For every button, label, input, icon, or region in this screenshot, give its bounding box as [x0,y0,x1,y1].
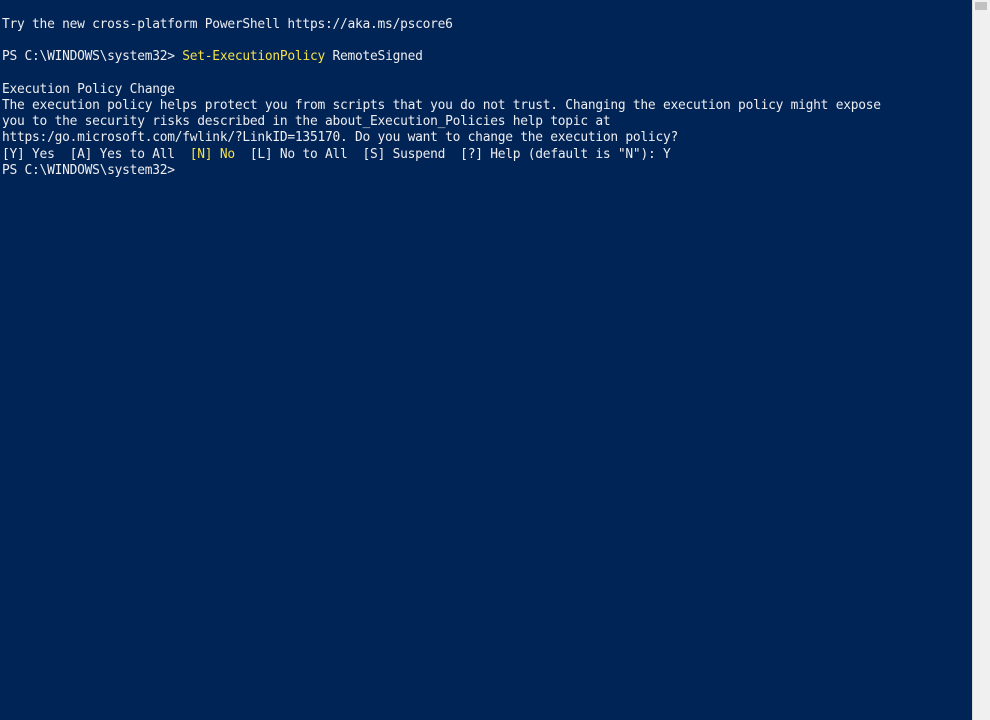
console-line-intro: Try the new cross-platform PowerShell ht… [2,17,970,33]
default-choice: [N] No [189,146,235,162]
policy-message-1: The execution policy helps protect you f… [2,97,881,113]
console-line-heading: Execution Policy Change [2,82,970,98]
console-output: Try the new cross-platform PowerShell ht… [2,17,970,179]
scrollbar-thumb[interactable] [975,2,987,10]
console-line-message: you to the security risks described in t… [2,114,970,130]
intro-text: Try the new cross-platform PowerShell ht… [2,17,453,32]
policy-change-heading: Execution Policy Change [2,81,175,97]
command-args: RemoteSigned [324,49,423,65]
console-line-command: PS C:\WINDOWS\system32> Set-ExecutionPol… [2,49,970,65]
powershell-window: Try the new cross-platform PowerShell ht… [0,0,990,720]
choices-after: [L] No to All [S] Suspend [?] Help (defa… [234,146,671,162]
console-line-message: The execution policy helps protect you f… [2,98,970,114]
choices-before: [Y] Yes [A] Yes to All [2,146,190,162]
console-area[interactable]: Try the new cross-platform PowerShell ht… [0,0,972,720]
console-line-prompt: PS C:\WINDOWS\system32> [2,163,970,179]
current-prompt: PS C:\WINDOWS\system32> [2,162,183,178]
console-line-choices: [Y] Yes [A] Yes to All [N] No [L] No to … [2,147,970,163]
console-line-message: https:/go.microsoft.com/fwlink/?LinkID=1… [2,130,970,146]
policy-message-2: you to the security risks described in t… [2,114,611,130]
command-name: Set-ExecutionPolicy [182,49,325,65]
vertical-scrollbar[interactable] [972,0,990,720]
prompt-text: PS C:\WINDOWS\system32> [2,49,183,65]
policy-message-3: https:/go.microsoft.com/fwlink/?LinkID=1… [2,130,678,146]
